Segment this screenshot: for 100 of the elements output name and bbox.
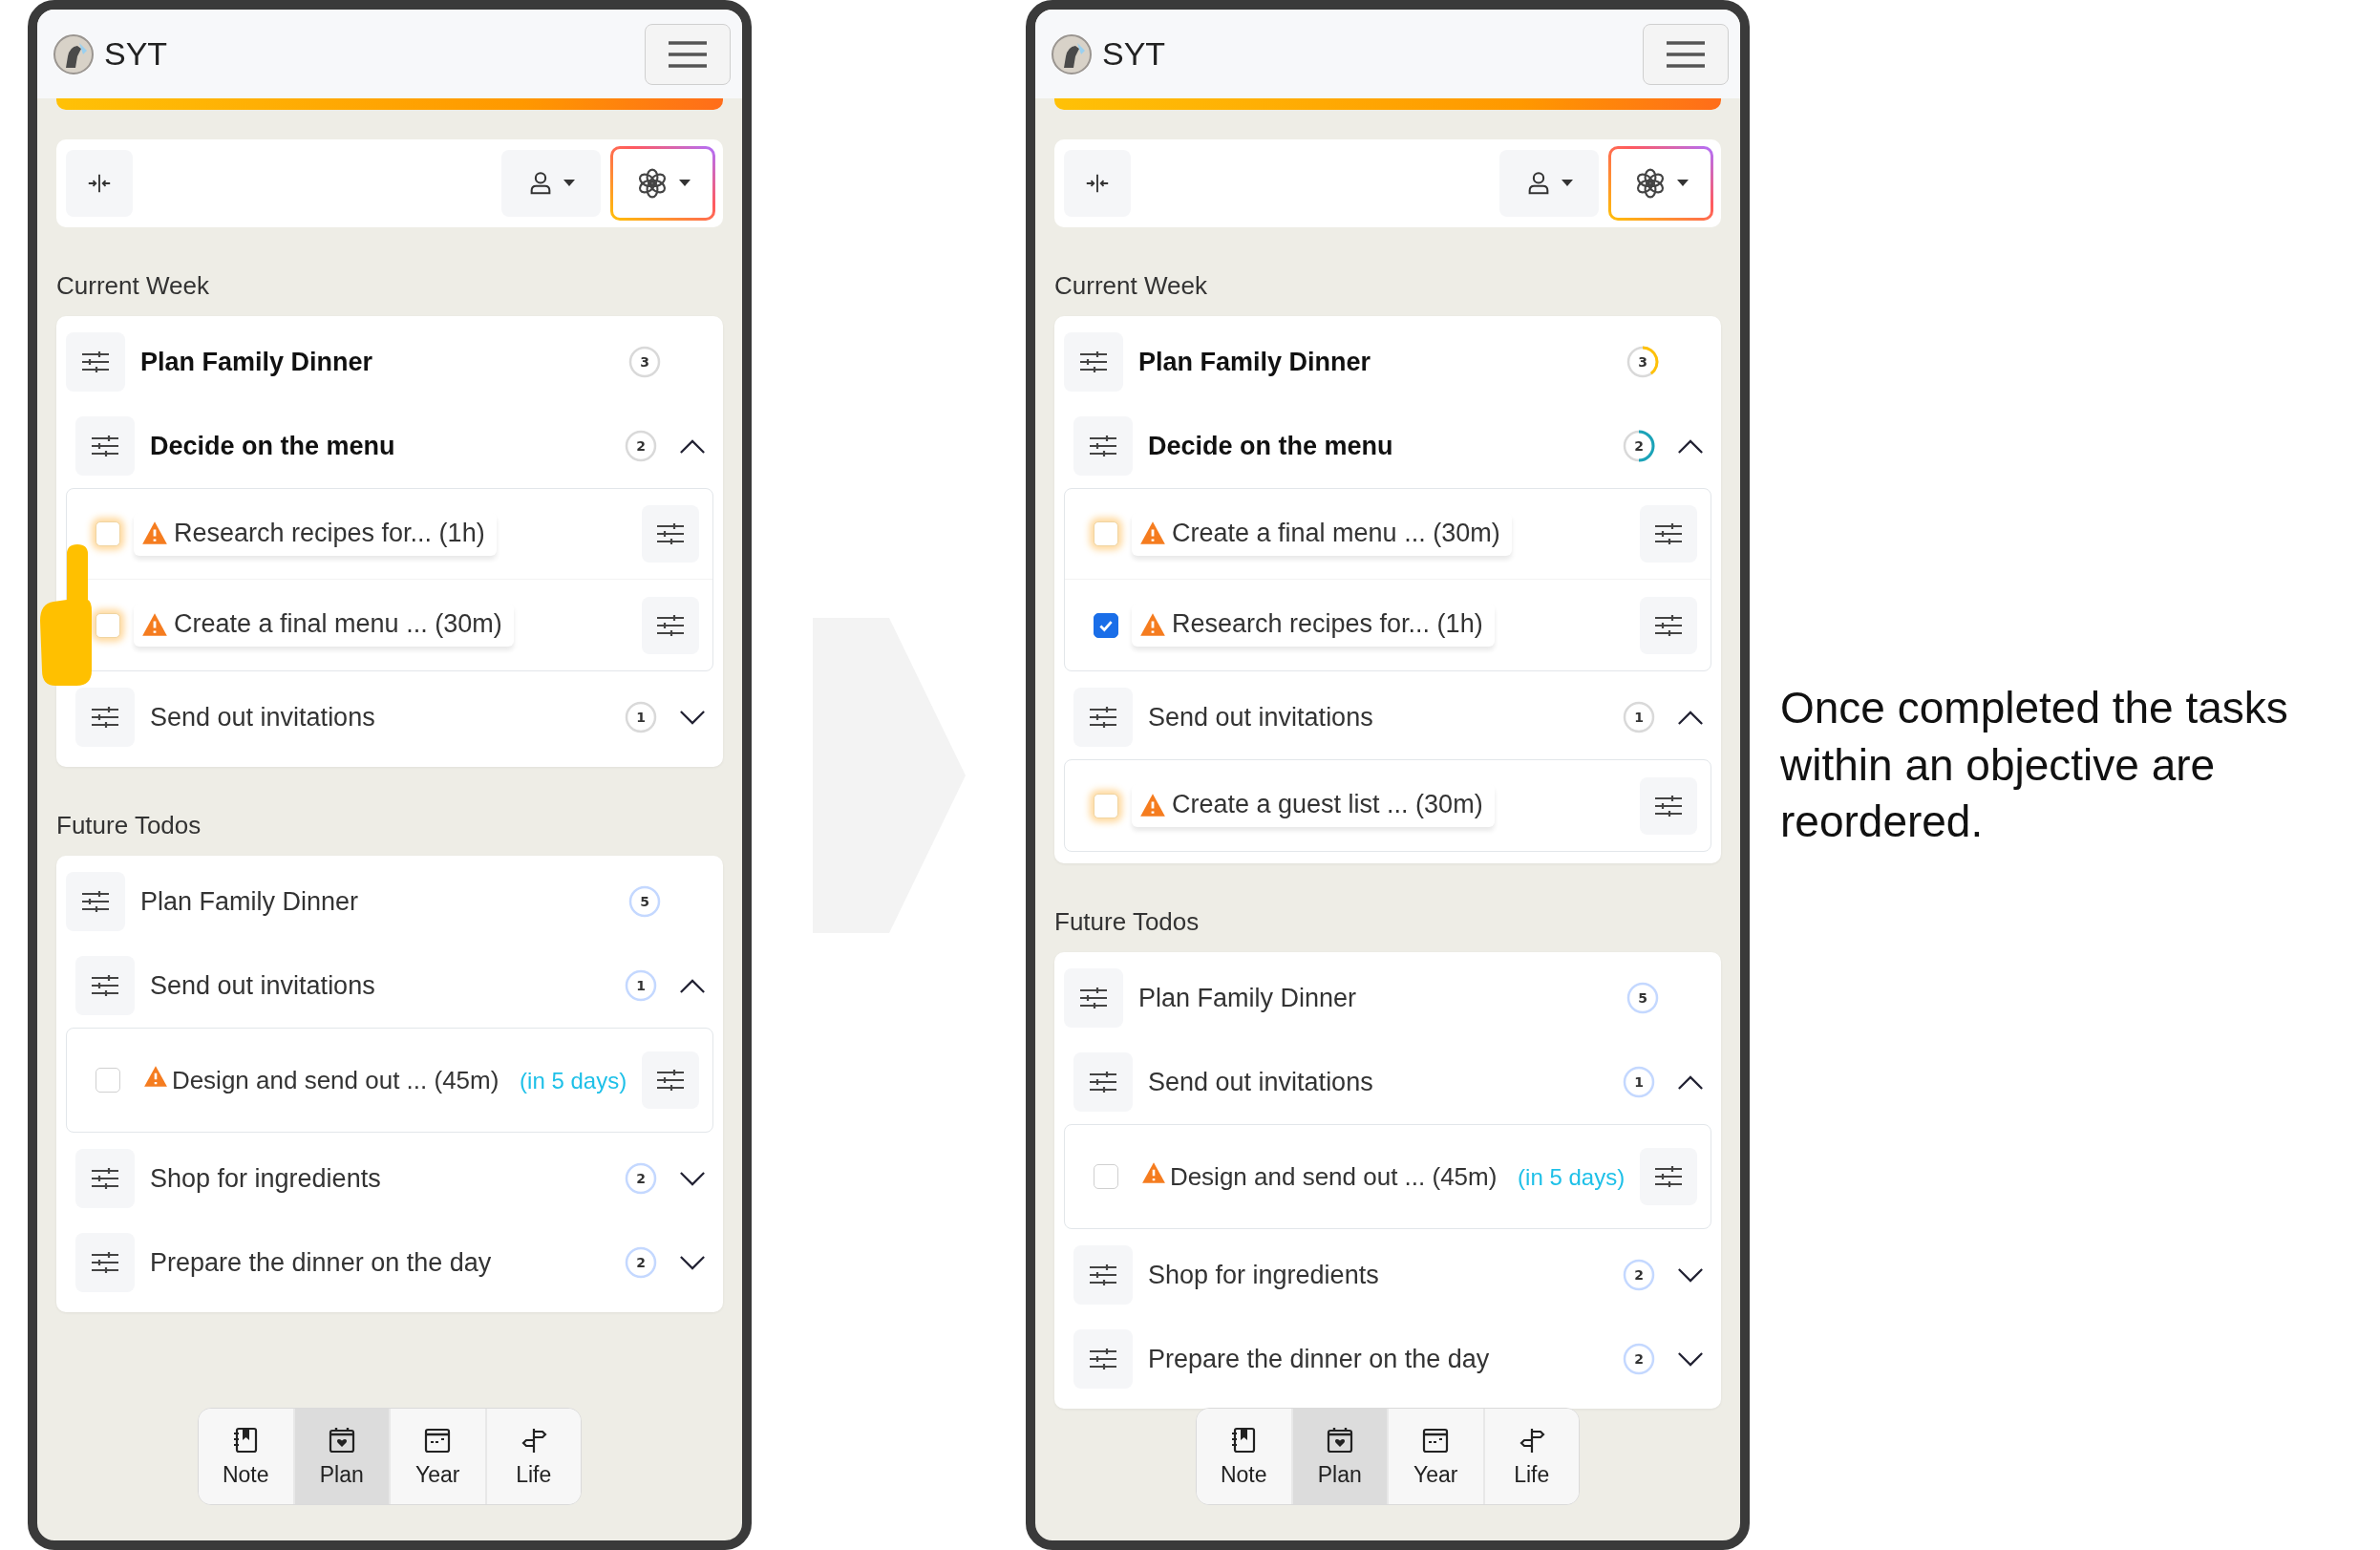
settings-button[interactable] (75, 1149, 135, 1208)
task-chip[interactable]: Research recipes for... (1h) (1132, 604, 1495, 647)
calendar-heart-icon (1325, 1425, 1354, 1454)
user-dropdown[interactable] (1499, 150, 1599, 217)
menu-button[interactable] (1643, 23, 1729, 85)
task-title: Design and send out ... (45m) (in 5 days) (1169, 1160, 1626, 1193)
warning-icon (141, 611, 168, 637)
sliders-icon (1654, 613, 1683, 637)
assistant-dropdown[interactable] (610, 146, 715, 221)
sliders-icon (1089, 1348, 1117, 1370)
task-settings-button[interactable] (1640, 1148, 1697, 1205)
goal-title: Send out invitations (150, 970, 376, 1001)
task-settings-button[interactable] (642, 596, 699, 654)
nav-tab[interactable]: Note (199, 1409, 295, 1504)
task-title: Create a final menu ... (30m) (174, 609, 502, 639)
chevron-icon (1677, 1350, 1704, 1368)
task-settings-button[interactable] (1640, 505, 1697, 563)
task-checkbox[interactable] (1094, 612, 1118, 638)
settings-button[interactable] (75, 1233, 135, 1292)
sliders-icon (656, 1069, 685, 1092)
sliders-icon (1089, 706, 1117, 729)
settings-button[interactable] (1064, 968, 1123, 1028)
goal-title: Prepare the dinner on the day (150, 1247, 493, 1278)
sliders-icon (81, 350, 110, 373)
task-title: Create a guest list ... (30m) (1172, 790, 1483, 819)
chevron-icon (679, 977, 706, 994)
warning-icon (1139, 792, 1166, 817)
warning-icon (1140, 1160, 1166, 1184)
chevron-icon (679, 709, 706, 726)
settings-button[interactable] (1073, 688, 1133, 747)
menu-button[interactable] (645, 23, 731, 85)
chevron-icon (679, 1170, 706, 1187)
sliders-icon (1079, 987, 1108, 1009)
task-title: Design and send out ... (45m) (in 5 days) (171, 1064, 627, 1096)
app-name: SYT (104, 35, 168, 73)
user-dropdown[interactable] (501, 150, 601, 217)
sliders-icon (1089, 435, 1117, 457)
logo-icon (53, 32, 95, 75)
settings-button[interactable] (1073, 1052, 1133, 1112)
settings-button[interactable] (75, 956, 135, 1015)
caret-icon (679, 180, 691, 187)
sliders-icon (1089, 1071, 1117, 1093)
task-chip[interactable]: Create a final menu ... (30m) (1132, 512, 1512, 556)
sliders-icon (1654, 522, 1683, 545)
task-settings-button[interactable] (642, 1051, 699, 1109)
menu-icon (1665, 39, 1707, 69)
goal-title: Shop for ingredients (150, 1163, 382, 1194)
section-title: Future Todos (1054, 907, 1201, 937)
sliders-icon (81, 890, 110, 913)
chevron-icon (679, 1254, 706, 1271)
nav-tab[interactable]: Plan (1292, 1409, 1389, 1504)
settings-button[interactable] (1064, 332, 1123, 392)
chevron-icon (1677, 1073, 1704, 1091)
caret-icon (1562, 180, 1573, 187)
task-title: Research recipes for... (1h) (1172, 609, 1483, 639)
goal-title: Decide on the menu (1148, 431, 1394, 461)
task-settings-button[interactable] (642, 505, 699, 563)
section-title: Future Todos (56, 811, 202, 840)
settings-button[interactable] (75, 416, 135, 476)
calendar-heart-icon (327, 1425, 356, 1454)
sliders-icon (656, 613, 685, 637)
nav-tab[interactable]: Note (1197, 1409, 1293, 1504)
task-settings-button[interactable] (1640, 596, 1697, 654)
goal-title: Prepare the dinner on the day (1148, 1344, 1491, 1374)
goal-title: Decide on the menu (150, 431, 396, 461)
settings-button[interactable] (75, 688, 135, 747)
task-chip[interactable]: Create a final menu ... (30m) (134, 604, 514, 647)
chevron-icon (1677, 437, 1704, 455)
caret-icon (563, 180, 575, 187)
task-title: Create a final menu ... (30m) (1172, 518, 1500, 548)
settings-button[interactable] (1073, 1245, 1133, 1305)
sliders-icon (91, 706, 119, 729)
sliders-icon (91, 435, 119, 457)
objective-title: Plan Family Dinner (1138, 983, 1358, 1013)
warning-icon (1139, 611, 1166, 637)
sliders-icon (1654, 794, 1683, 817)
caret-icon (1677, 180, 1689, 187)
menu-icon (667, 39, 709, 69)
chevron-icon (1677, 1266, 1704, 1284)
objective-title: Plan Family Dinner (1138, 347, 1372, 377)
chevron-icon (679, 437, 706, 455)
settings-button[interactable] (66, 872, 125, 931)
goal-title: Send out invitations (1148, 702, 1374, 733)
sliders-icon (1654, 1165, 1683, 1188)
assistant-dropdown[interactable] (1608, 146, 1713, 221)
nav-tab[interactable]: Plan (294, 1409, 391, 1504)
caption-text: Once completed the tasks within an objective are reordered. (1780, 681, 2289, 849)
settings-button[interactable] (66, 332, 125, 392)
warning-icon (1139, 520, 1166, 545)
settings-button[interactable] (1073, 1329, 1133, 1389)
chevron-icon (1677, 709, 1704, 726)
settings-button[interactable] (1073, 416, 1133, 476)
task-settings-button[interactable] (1640, 776, 1697, 835)
sliders-icon (91, 1251, 119, 1274)
sliders-icon (1089, 1263, 1117, 1286)
task-chip[interactable]: Create a guest list ... (30m) (1132, 784, 1495, 827)
section-title: Current Week (1054, 271, 1208, 301)
logo-icon (1051, 32, 1093, 75)
section-title: Current Week (56, 271, 210, 301)
task-chip[interactable]: Research recipes for... (1h) (134, 512, 497, 556)
